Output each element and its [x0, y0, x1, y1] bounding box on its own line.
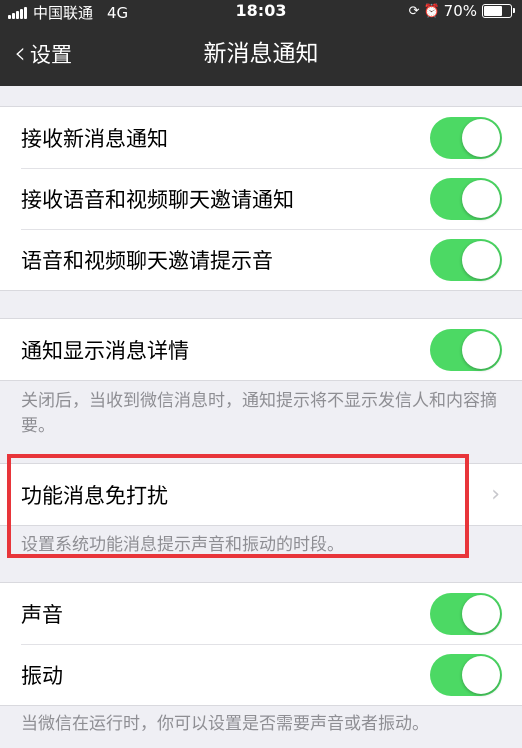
toggle-sound[interactable]: [430, 593, 502, 635]
battery-percent: 70%: [443, 2, 477, 20]
detail-note: 关闭后，当收到微信消息时，通知提示将不显示发信人和内容摘要。: [21, 391, 497, 436]
toggle-knob: [462, 180, 500, 218]
toggle-knob: [462, 331, 500, 369]
toggle-call-sound[interactable]: [430, 239, 502, 281]
toggle-knob: [462, 595, 500, 633]
toggle-knob: [462, 656, 500, 694]
page-title: 新消息通知: [203, 41, 319, 67]
chevron-right-icon: ›: [491, 482, 500, 507]
setting-row-call-sound: 语音和视频聊天邀请提示音: [0, 229, 522, 290]
setting-row-show-detail: 通知显示消息详情: [0, 319, 522, 380]
setting-label: 通知显示消息详情: [21, 338, 189, 363]
setting-label: 语音和视频聊天邀请提示音: [21, 248, 273, 273]
top-bar: 中国联通 4G 18:03 ⟳ ⏰ 70% ‹ 设置 新消息通知: [0, 0, 522, 86]
setting-label: 接收语音和视频聊天邀请通知: [21, 187, 294, 212]
toggle-receive-new[interactable]: [430, 117, 502, 159]
setting-label: 声音: [21, 602, 63, 627]
setting-row-receive-new: 接收新消息通知: [0, 107, 522, 168]
toggle-knob: [462, 241, 500, 279]
setting-label: 振动: [21, 663, 63, 688]
status-right: ⟳ ⏰ 70%: [408, 2, 515, 20]
status-bar: 中国联通 4G 18:03 ⟳ ⏰ 70%: [0, 0, 522, 22]
toggle-call-invite[interactable]: [430, 178, 502, 220]
toggle-show-detail[interactable]: [430, 329, 502, 371]
detail-group: 通知显示消息详情: [0, 318, 522, 381]
setting-row-sound: 声音: [0, 583, 522, 644]
setting-label: 接收新消息通知: [21, 126, 168, 151]
toggle-vibrate[interactable]: [430, 654, 502, 696]
notification-group: 接收新消息通知 接收语音和视频聊天邀请通知 语音和视频聊天邀请提示音: [0, 106, 522, 291]
battery-icon: [482, 4, 515, 18]
lock-rotation-icon: ⟳: [408, 3, 420, 19]
footer-note: 当微信在运行时，你可以设置是否需要声音或者振动。: [21, 714, 429, 734]
setting-row-vibrate: 振动: [0, 644, 522, 705]
navigation-bar: ‹ 设置 新消息通知: [0, 22, 522, 86]
setting-row-call-invite: 接收语音和视频聊天邀请通知: [0, 168, 522, 229]
highlight-box: [7, 454, 469, 558]
sound-group: 声音 振动: [0, 582, 522, 706]
toggle-knob: [462, 119, 500, 157]
alarm-icon: ⏰: [423, 3, 440, 19]
